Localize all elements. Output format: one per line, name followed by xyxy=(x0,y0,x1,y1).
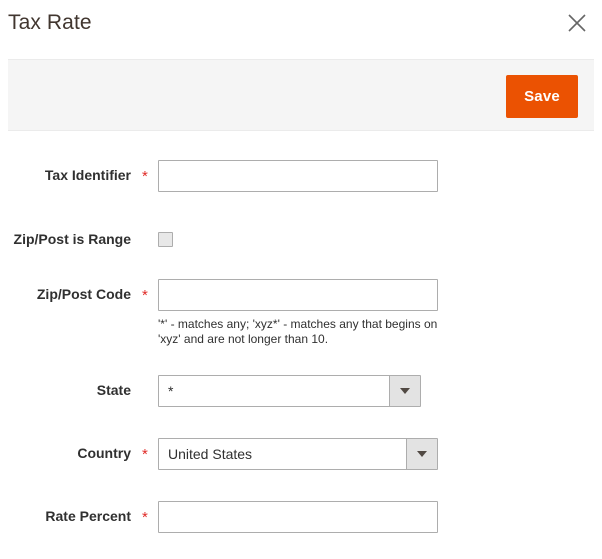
field-tax-identifier: Tax Identifier * xyxy=(0,160,602,192)
chevron-down-icon xyxy=(389,376,420,406)
rate-percent-input[interactable] xyxy=(158,501,438,533)
zip-post-is-range-checkbox[interactable] xyxy=(158,232,173,247)
required-marker-rate-percent: * xyxy=(142,509,148,526)
state-select-value: * xyxy=(168,383,174,399)
field-rate-percent: Rate Percent * xyxy=(0,501,602,533)
tax-rate-form: Tax Identifier * Zip/Post is Range Zip/P… xyxy=(0,131,602,533)
page-actions-toolbar: Save xyxy=(8,59,594,131)
field-zip-post-code: Zip/Post Code * '*' - matches any; 'xyz*… xyxy=(0,279,602,347)
page-title: Tax Rate xyxy=(8,11,92,34)
required-marker-tax-identifier: * xyxy=(142,168,148,185)
field-country: Country * United States xyxy=(0,438,602,470)
close-button[interactable] xyxy=(560,6,594,40)
label-country: Country xyxy=(77,445,131,461)
required-marker-zip-post-code: * xyxy=(142,287,148,304)
save-button[interactable]: Save xyxy=(506,75,578,118)
modal-header: Tax Rate xyxy=(0,0,602,59)
zip-post-code-note: '*' - matches any; 'xyz*' - matches any … xyxy=(158,317,438,346)
label-tax-identifier: Tax Identifier xyxy=(44,167,131,183)
label-zip-post-code: Zip/Post Code xyxy=(36,286,131,302)
required-marker-country: * xyxy=(142,446,148,463)
close-icon xyxy=(565,11,589,35)
label-zip-post-is-range: Zip/Post is Range xyxy=(13,231,131,247)
field-state: State * xyxy=(0,375,602,407)
label-rate-percent: Rate Percent xyxy=(45,508,131,524)
tax-identifier-input[interactable] xyxy=(158,160,438,192)
zip-post-code-input[interactable] xyxy=(158,279,438,311)
label-state: State xyxy=(96,382,131,398)
chevron-down-icon xyxy=(406,439,437,469)
country-select-value: United States xyxy=(168,446,253,462)
state-select[interactable]: * xyxy=(158,375,421,407)
country-select[interactable]: United States xyxy=(158,438,438,470)
field-zip-post-is-range: Zip/Post is Range xyxy=(0,224,602,247)
